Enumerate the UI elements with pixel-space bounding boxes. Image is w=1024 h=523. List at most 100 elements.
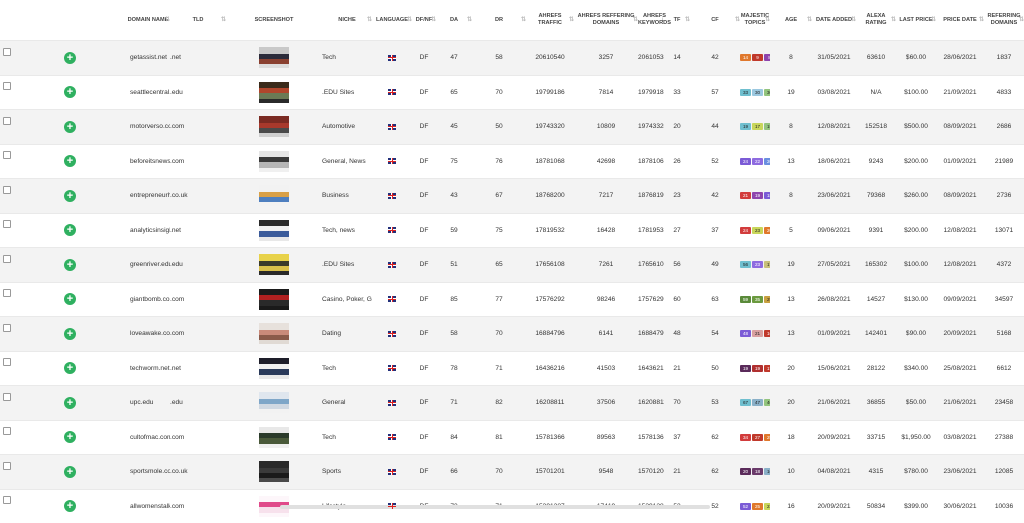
row-checkbox[interactable] [3, 48, 11, 56]
column-header[interactable]: PRICE DATE⇅ [936, 0, 984, 41]
row-checkbox[interactable] [3, 427, 11, 435]
column-header[interactable]: ALEXA RATING⇅ [856, 0, 896, 41]
domain-name[interactable]: seattlecentral.edu [130, 89, 170, 96]
domain-name[interactable]: sportsmole.co.uk [130, 468, 170, 475]
domain-name[interactable]: motorverso.com [130, 123, 170, 130]
domain-name[interactable]: entrepreneurhandbook.co.uk [130, 192, 170, 199]
row-checkbox[interactable] [3, 324, 11, 332]
sort-icon[interactable]: ⇅ [521, 17, 525, 24]
screenshot-thumbnail[interactable] [259, 358, 289, 379]
column-header[interactable]: AHREFS REFFERING DOMAINS⇅ [574, 0, 638, 41]
sort-icon[interactable]: ⇅ [807, 17, 811, 24]
add-icon[interactable]: + [64, 190, 76, 202]
row-checkbox[interactable] [3, 358, 11, 366]
screenshot-thumbnail[interactable] [259, 392, 289, 413]
domain-name[interactable]: analyticsinsight.net [130, 227, 170, 234]
column-header[interactable]: AHREFS KEYWORDS↓ [638, 0, 664, 41]
add-icon[interactable]: + [64, 431, 76, 443]
add-icon[interactable]: + [64, 328, 76, 340]
column-header[interactable]: DR⇅ [472, 0, 526, 41]
sort-icon[interactable]: ↓ [661, 17, 663, 24]
domain-name[interactable]: getassist.net [130, 54, 167, 61]
add-icon[interactable]: + [64, 121, 76, 133]
domain-name[interactable]: upc.edu [130, 399, 153, 406]
sort-icon[interactable]: ⇅ [431, 17, 435, 24]
sort-icon[interactable]: ⇅ [367, 17, 371, 24]
sort-icon[interactable]: ⇅ [979, 17, 983, 24]
row-checkbox[interactable] [3, 289, 11, 297]
sort-icon[interactable]: ⇅ [931, 17, 935, 24]
sort-icon[interactable]: ⇅ [633, 17, 637, 24]
screenshot-thumbnail[interactable] [259, 47, 289, 68]
column-header[interactable]: CF⇅ [690, 0, 740, 41]
row-checkbox[interactable] [3, 496, 11, 504]
column-header[interactable]: AHREFS TRAFFIC⇅ [526, 0, 574, 41]
column-header[interactable]: DOMAIN NAME⇅ [126, 0, 170, 41]
row-checkbox[interactable] [3, 462, 11, 470]
add-icon[interactable]: + [64, 52, 76, 64]
sort-icon[interactable]: ⇅ [851, 17, 855, 24]
sort-icon[interactable]: ⇅ [165, 17, 169, 24]
column-header[interactable]: DA⇅ [436, 0, 472, 41]
sort-icon[interactable]: ⇅ [735, 17, 739, 24]
sort-icon[interactable]: ⇅ [685, 17, 689, 24]
row-checkbox[interactable] [3, 393, 11, 401]
column-header[interactable]: TF⇅ [664, 0, 690, 41]
screenshot-thumbnail[interactable] [259, 116, 289, 137]
add-icon[interactable]: + [64, 155, 76, 167]
add-icon[interactable]: + [64, 397, 76, 409]
screenshot-thumbnail[interactable] [259, 254, 289, 275]
screenshot-thumbnail[interactable] [259, 220, 289, 241]
add-icon[interactable]: + [64, 293, 76, 305]
column-header[interactable]: LAST PRICE⇅ [896, 0, 936, 41]
column-header[interactable]: LANGUAGE⇅ [372, 0, 412, 41]
screenshot-thumbnail[interactable] [259, 185, 289, 206]
column-header[interactable]: DATE ADDED⇅ [812, 0, 856, 41]
add-icon[interactable]: + [64, 500, 76, 512]
uk-flag-icon [388, 158, 396, 164]
column-header[interactable]: MAJESTIC TOPICS⇅ [740, 0, 770, 41]
screenshot-thumbnail[interactable] [259, 427, 289, 448]
row-checkbox[interactable] [3, 186, 11, 194]
add-icon[interactable]: + [64, 86, 76, 98]
domain-name[interactable]: loveawake.com [130, 330, 170, 337]
screenshot-thumbnail[interactable] [259, 461, 289, 482]
sort-icon[interactable]: ⇅ [569, 17, 573, 24]
horizontal-scrollbar[interactable] [280, 505, 710, 509]
add-icon[interactable]: + [64, 224, 76, 236]
checkbox-cell [0, 248, 18, 283]
row-checkbox[interactable] [3, 82, 11, 90]
screenshot-thumbnail[interactable] [259, 151, 289, 172]
row-checkbox[interactable] [3, 255, 11, 263]
column-header[interactable]: SCREENSHOT [226, 0, 322, 41]
domain-name[interactable]: greenriver.edu [130, 261, 170, 268]
column-header[interactable]: TLD⇅ [170, 0, 226, 41]
sort-icon[interactable]: ⇅ [467, 17, 471, 24]
screenshot-thumbnail[interactable] [259, 82, 289, 103]
column-header[interactable]: AGE⇅ [770, 0, 812, 41]
topic-badges: 1498 [740, 54, 770, 61]
column-header[interactable]: DF/NF⇅ [412, 0, 436, 41]
sort-icon[interactable]: ⇅ [891, 17, 895, 24]
row-checkbox[interactable] [3, 151, 11, 159]
domain-name[interactable]: giantbomb.com [130, 296, 170, 303]
column-header[interactable]: NICHE⇅ [322, 0, 372, 41]
column-header[interactable]: REFERRING DOMAINS⇅ [984, 0, 1024, 41]
sort-icon[interactable]: ⇅ [765, 17, 769, 24]
screenshot-cell [226, 420, 322, 455]
add-icon[interactable]: + [64, 466, 76, 478]
ahrefs-traffic-cell: 17819532 [526, 213, 574, 248]
domain-name[interactable]: cultofmac.com [130, 434, 170, 441]
sort-icon[interactable]: ⇅ [221, 17, 225, 24]
sort-icon[interactable]: ⇅ [1019, 17, 1023, 24]
domain-name[interactable]: beforeitsnews.com [130, 158, 170, 165]
screenshot-thumbnail[interactable] [259, 289, 289, 310]
add-icon[interactable]: + [64, 259, 76, 271]
last-price-cell: $130.00 [896, 282, 936, 317]
domain-name[interactable]: techworm.net [130, 365, 170, 372]
sort-icon[interactable]: ⇅ [407, 17, 411, 24]
row-checkbox[interactable] [3, 117, 11, 125]
screenshot-thumbnail[interactable] [259, 323, 289, 344]
row-checkbox[interactable] [3, 220, 11, 228]
add-icon[interactable]: + [64, 362, 76, 374]
